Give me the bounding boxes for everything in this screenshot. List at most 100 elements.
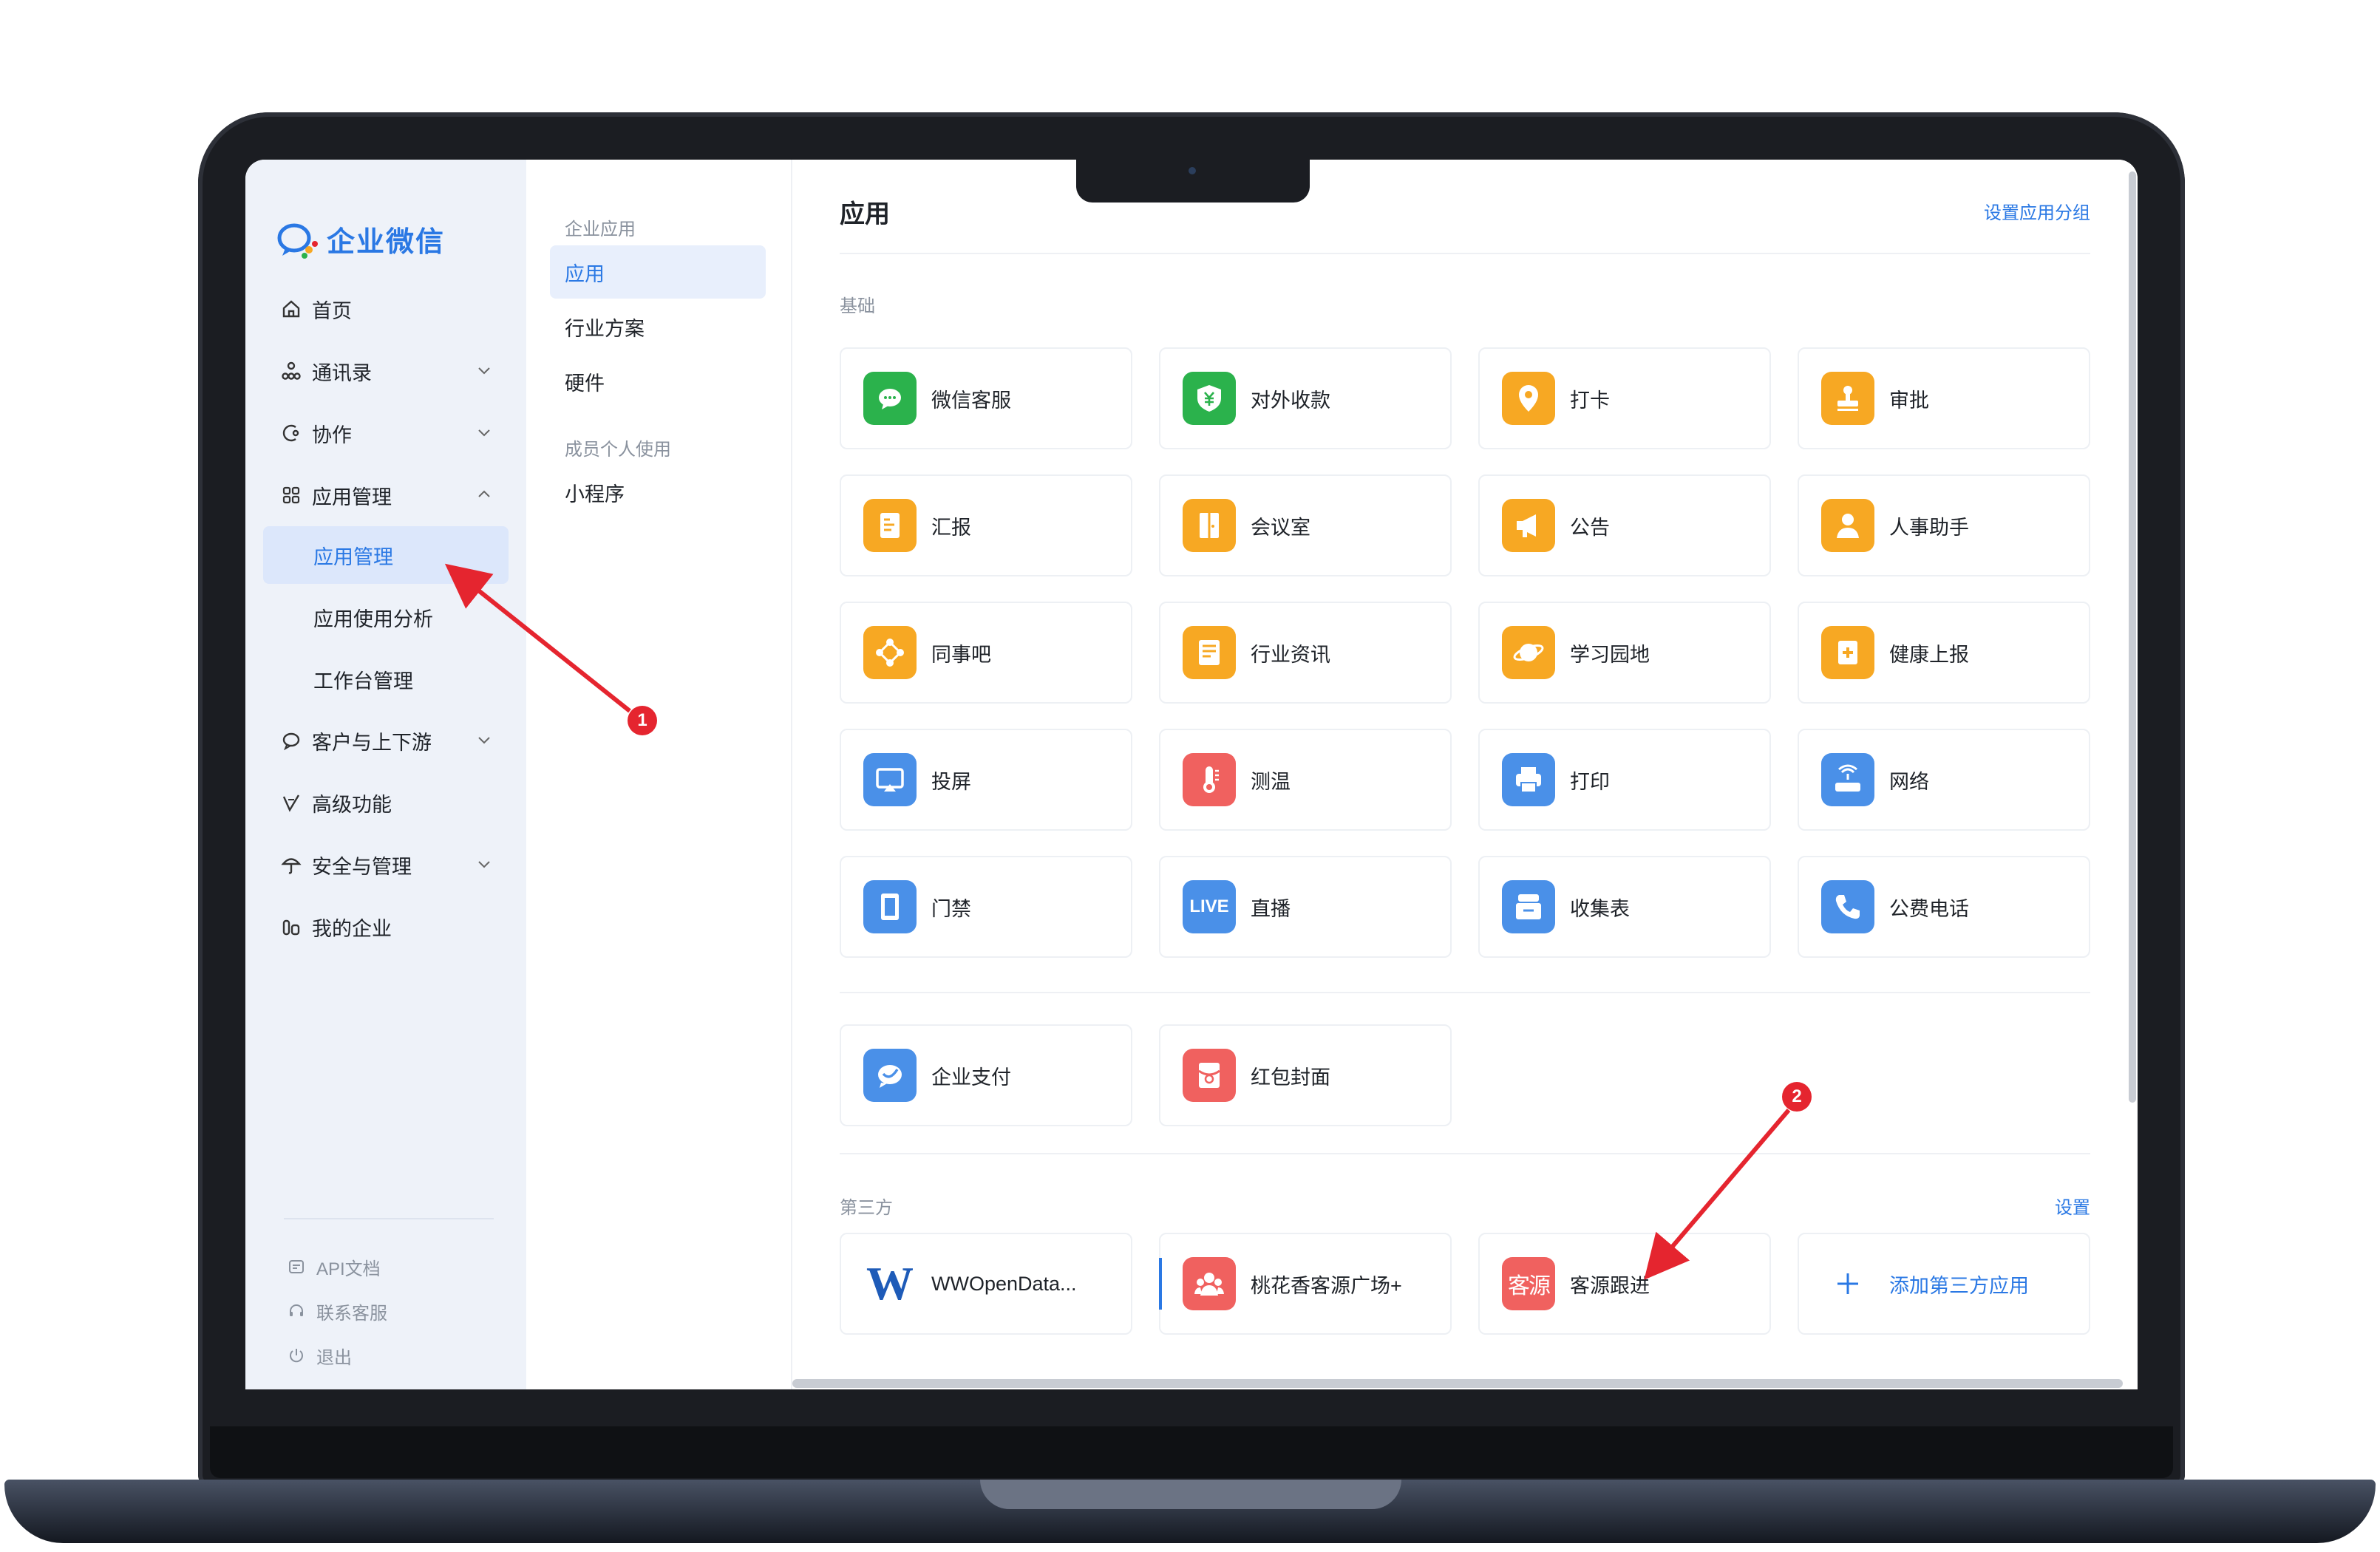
app-card[interactable]: 收集表 — [1478, 856, 1771, 958]
company-icon — [276, 912, 306, 942]
sidebar-item-home[interactable]: 首页 — [276, 285, 498, 333]
diamond-nodes-icon — [863, 626, 917, 679]
sidebar-item-my-company[interactable]: 我的企业 — [276, 903, 498, 950]
health-icon — [1821, 626, 1874, 679]
chevron-down-icon — [478, 429, 490, 437]
sidebar-item-contacts[interactable]: 通讯录 — [276, 347, 498, 395]
w-letter: W — [866, 1257, 914, 1310]
scrollbar-thumb[interactable] — [2129, 171, 2136, 1103]
app-name: 企业支付 — [931, 1066, 1011, 1089]
subnav-workbench-management[interactable]: 工作台管理 — [263, 650, 509, 708]
report-icon — [863, 499, 917, 552]
app-name: 客源跟进 — [1570, 1274, 1650, 1297]
footer-api-docs[interactable]: API文档 — [284, 1249, 381, 1284]
app-card[interactable]: 添加第三方应用 — [1798, 1233, 2090, 1335]
app-card[interactable]: 企业支付 — [840, 1024, 1132, 1126]
app-name: 对外收款 — [1251, 389, 1330, 412]
screen-cast-icon — [863, 753, 917, 806]
chevron-down-icon — [478, 737, 490, 744]
app-name: 打卡 — [1570, 389, 1610, 412]
app-name: WWOpenData... — [931, 1272, 1077, 1295]
sidebar-item-label: 安全与管理 — [312, 855, 412, 878]
app-card[interactable]: 行业资讯 — [1159, 602, 1452, 704]
sidebar-item-customers[interactable]: 客户与上下游 — [276, 717, 498, 764]
printer-icon — [1502, 753, 1555, 806]
sidebar-item-advanced[interactable]: 高级功能 — [276, 779, 498, 826]
main-content: 应用 设置应用分组 基础 微信客服 对外收款 打卡 审批 汇报 会议室 公告 人事助手 同事吧 行… — [792, 160, 2138, 1389]
app-card[interactable]: 对外收款 — [1159, 347, 1452, 449]
app-name: 健康上报 — [1889, 643, 1969, 666]
collect-form-icon — [1502, 880, 1555, 933]
app-card[interactable]: 微信客服 — [840, 347, 1132, 449]
app-card[interactable]: 投屏 — [840, 729, 1132, 831]
menu-item-hardware[interactable]: 硬件 — [550, 355, 766, 408]
horizontal-scrollbar[interactable] — [526, 1378, 2123, 1389]
app-card[interactable]: 桃花香客源广场+ — [1159, 1233, 1452, 1335]
kehu-icon: 客源 — [1502, 1257, 1555, 1310]
app-card[interactable]: LIVE 直播 — [1159, 856, 1452, 958]
sidebar-item-label: 客户与上下游 — [312, 731, 432, 754]
app-card[interactable]: 公告 — [1478, 474, 1771, 576]
section-divider — [840, 1153, 2090, 1154]
app-card[interactable]: 红包封面 — [1159, 1024, 1452, 1126]
chevron-up-icon — [478, 490, 490, 497]
app-card[interactable]: 汇报 — [840, 474, 1132, 576]
screen: 企业微信 首页 通讯录 协作 应用管理 应用管理 应用使用分析 工作台管理 客户… — [245, 160, 2138, 1389]
third-party-settings-link[interactable]: 设置 — [2055, 1193, 2090, 1219]
app-card[interactable]: 打卡 — [1478, 347, 1771, 449]
sidebar-item-security[interactable]: 安全与管理 — [276, 841, 498, 888]
subnav-label: 应用使用分析 — [313, 607, 433, 630]
app-name: 收集表 — [1570, 897, 1630, 920]
app-card[interactable]: 门禁 — [840, 856, 1132, 958]
app-name: 网络 — [1889, 770, 1929, 793]
power-icon — [284, 1343, 309, 1368]
brand: 企业微信 — [276, 219, 445, 259]
menu-item-apps[interactable]: 应用 — [550, 245, 766, 299]
sidebar-item-collab[interactable]: 协作 — [276, 409, 498, 457]
wechat-service-icon — [863, 372, 917, 425]
app-card[interactable]: 客源 客源跟进 — [1478, 1233, 1771, 1335]
app-card[interactable]: 测温 — [1159, 729, 1452, 831]
set-app-group-link[interactable]: 设置应用分组 — [1984, 198, 2090, 224]
section-label-basic: 基础 — [840, 296, 875, 316]
menu-item-mini-programs[interactable]: 小程序 — [550, 466, 766, 519]
person-icon — [1821, 499, 1874, 552]
app-name: 投屏 — [931, 770, 971, 793]
scrollbar-thumb[interactable] — [792, 1379, 2123, 1388]
sidebar-item-app-management[interactable]: 应用管理 — [276, 472, 498, 519]
router-icon — [1821, 753, 1874, 806]
app-card[interactable]: 审批 — [1798, 347, 2090, 449]
menu-group-personal-use: 成员个人使用 — [565, 440, 671, 460]
app-card[interactable]: 公费电话 — [1798, 856, 2090, 958]
app-card[interactable]: W WWOpenData... — [840, 1233, 1132, 1335]
subnav-app-usage-analysis[interactable]: 应用使用分析 — [263, 588, 509, 646]
footer-logout[interactable]: 退出 — [284, 1338, 352, 1373]
app-card[interactable]: 网络 — [1798, 729, 2090, 831]
app-name: 桃花香客源广场+ — [1251, 1274, 1402, 1297]
app-card[interactable]: 会议室 — [1159, 474, 1452, 576]
doc-icon — [284, 1254, 309, 1279]
menu-item-industry-solutions[interactable]: 行业方案 — [550, 300, 766, 353]
app-card[interactable]: 健康上报 — [1798, 602, 2090, 704]
vertical-scrollbar[interactable] — [2127, 160, 2138, 1120]
app-card[interactable]: 人事助手 — [1798, 474, 2090, 576]
footer-label: 退出 — [316, 1347, 352, 1368]
app-card[interactable]: 学习园地 — [1478, 602, 1771, 704]
app-card[interactable]: 同事吧 — [840, 602, 1132, 704]
footer-contact-support[interactable]: 联系客服 — [284, 1293, 387, 1329]
w-letter-icon: W — [863, 1257, 917, 1310]
app-name: 测温 — [1251, 770, 1291, 793]
grid-icon — [276, 480, 306, 510]
camera-notch — [1076, 160, 1310, 202]
planet-icon — [1502, 626, 1555, 679]
subnav-app-management[interactable]: 应用管理 — [263, 526, 509, 584]
sidebar-item-label: 应用管理 — [312, 486, 392, 508]
news-icon — [1183, 626, 1236, 679]
app-card[interactable]: 打印 — [1478, 729, 1771, 831]
group-icon — [1183, 1257, 1236, 1310]
app-name: 添加第三方应用 — [1889, 1274, 2029, 1297]
menu-item-label: 应用 — [565, 262, 605, 285]
section-label-third-party: 第三方 — [840, 1198, 893, 1218]
sidebar-item-label: 通讯录 — [312, 361, 372, 384]
umbrella-icon — [276, 850, 306, 879]
